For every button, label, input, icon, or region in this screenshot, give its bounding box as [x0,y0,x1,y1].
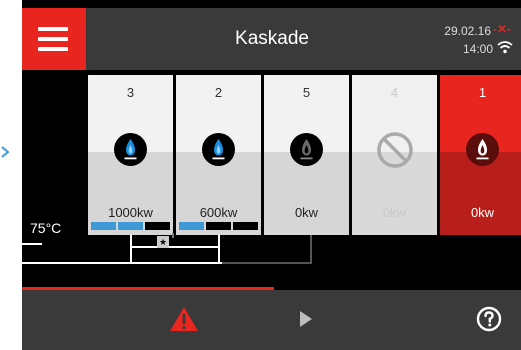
boiler-number: 2 [214,85,223,100]
load-segment [118,222,143,230]
boiler-power: 0kw [294,205,319,220]
boiler-power: 0kw [470,205,495,220]
header-bar: Kaskade 29.02.16 -✕- 14:00 [22,8,521,70]
boiler-card-2[interactable]: 2 600kw [176,75,261,235]
boiler-card-1[interactable]: 1 0kw [440,75,521,235]
time-label: 14:00 [462,42,493,56]
pipe-line [22,262,222,264]
wifi-icon [497,41,513,54]
boiler-card-4[interactable]: 4 0kw [352,75,437,235]
boiler-card-5[interactable]: 5 0kw [264,75,349,235]
boiler-power: 0kw [382,205,407,220]
load-segment [206,222,231,230]
boiler-number: 3 [126,85,135,100]
hamburger-icon [38,27,68,31]
cascade-screen: Kaskade 29.02.16 -✕- 14:00 3 1000kw 2 60… [22,0,521,350]
load-segment [91,222,116,230]
boiler-number: 5 [302,85,311,100]
footer-bar [22,290,521,350]
page-title: Kaskade [235,28,309,49]
play-icon[interactable] [298,309,314,329]
help-icon[interactable] [476,306,502,332]
x-icon: -✕- [492,22,511,36]
chevron-right-icon [1,146,10,158]
pipe-line [130,235,132,263]
pipe-line [22,243,42,245]
date-label: 29.02.16 [444,24,491,38]
warning-triangle-icon[interactable] [169,305,199,333]
boiler-card-3[interactable]: 3 1000kw [88,75,173,235]
system-temperature: 75°C [30,220,62,236]
boiler-power: 1000kw [108,205,153,220]
pipe-line [130,246,220,248]
boiler-number: 1 [478,85,487,100]
flame-icon [114,133,147,166]
menu-button[interactable] [22,8,86,70]
boiler-power: 600kw [199,205,238,220]
disabled-icon [377,132,413,168]
pipe-line-inactive [222,262,312,264]
flame-icon [202,133,235,166]
load-segment [145,222,170,230]
flame-icon [466,133,499,166]
load-segment [233,222,258,230]
lead-boiler-star-icon: ★ [157,236,169,248]
boiler-number: 4 [390,85,399,100]
flame-icon [290,133,323,166]
load-segment [179,222,204,230]
pipe-line [218,235,220,264]
pipe-line-inactive [310,235,312,264]
